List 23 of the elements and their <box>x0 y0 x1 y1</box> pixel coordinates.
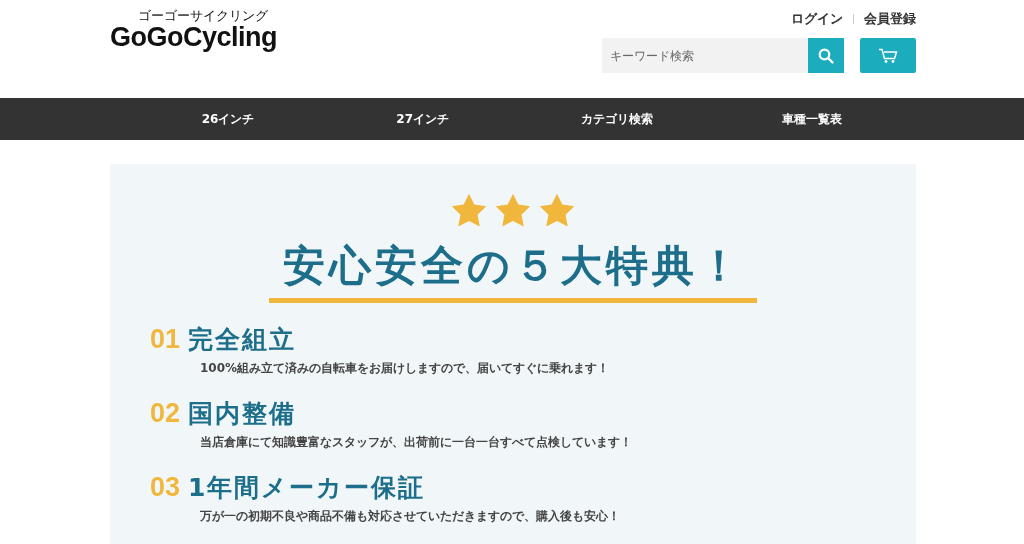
benefit-description: 当店倉庫にて知識豊富なスタッフが、出荷前に一台一台すべて点検しています！ <box>200 434 633 451</box>
header-link[interactable]: ログイン <box>791 11 843 26</box>
benefit-heading: 国内整備 <box>188 398 297 430</box>
logo-kana: ゴーゴーサイクリング <box>138 8 268 23</box>
logo[interactable]: GoGoCycling <box>110 23 277 51</box>
nav-link[interactable]: 26インチ <box>160 110 296 128</box>
nav-link[interactable]: カテゴリ検索 <box>549 110 686 128</box>
nav-link[interactable]: 27インチ <box>354 110 491 128</box>
search-icon <box>818 47 834 64</box>
benefit-heading: 完全組立 <box>188 324 297 356</box>
nav-link[interactable]: 車種一覧表 <box>743 110 880 128</box>
benefit-number: 02 <box>150 398 181 429</box>
benefits-title: 安心安全の５大特典！ <box>269 238 757 303</box>
benefit-heading: 1年間メーカー保証 <box>188 472 426 504</box>
cart-button[interactable] <box>860 38 916 73</box>
header-link[interactable]: 会員登録 <box>864 11 916 26</box>
search-button[interactable] <box>808 38 844 73</box>
benefit-description: 万が一の初期不良や商品不備も対応させていただきますので、購入後も安心！ <box>200 508 621 525</box>
benefit-number: 01 <box>150 324 181 355</box>
search-field[interactable]: キーワード検索 <box>602 38 808 73</box>
cart-icon <box>878 47 898 64</box>
benefit-number: 03 <box>150 472 181 503</box>
benefit-description: 100%組み立て済みの自転車をお届けしますので、届いてすぐに乗れます！ <box>200 360 611 377</box>
